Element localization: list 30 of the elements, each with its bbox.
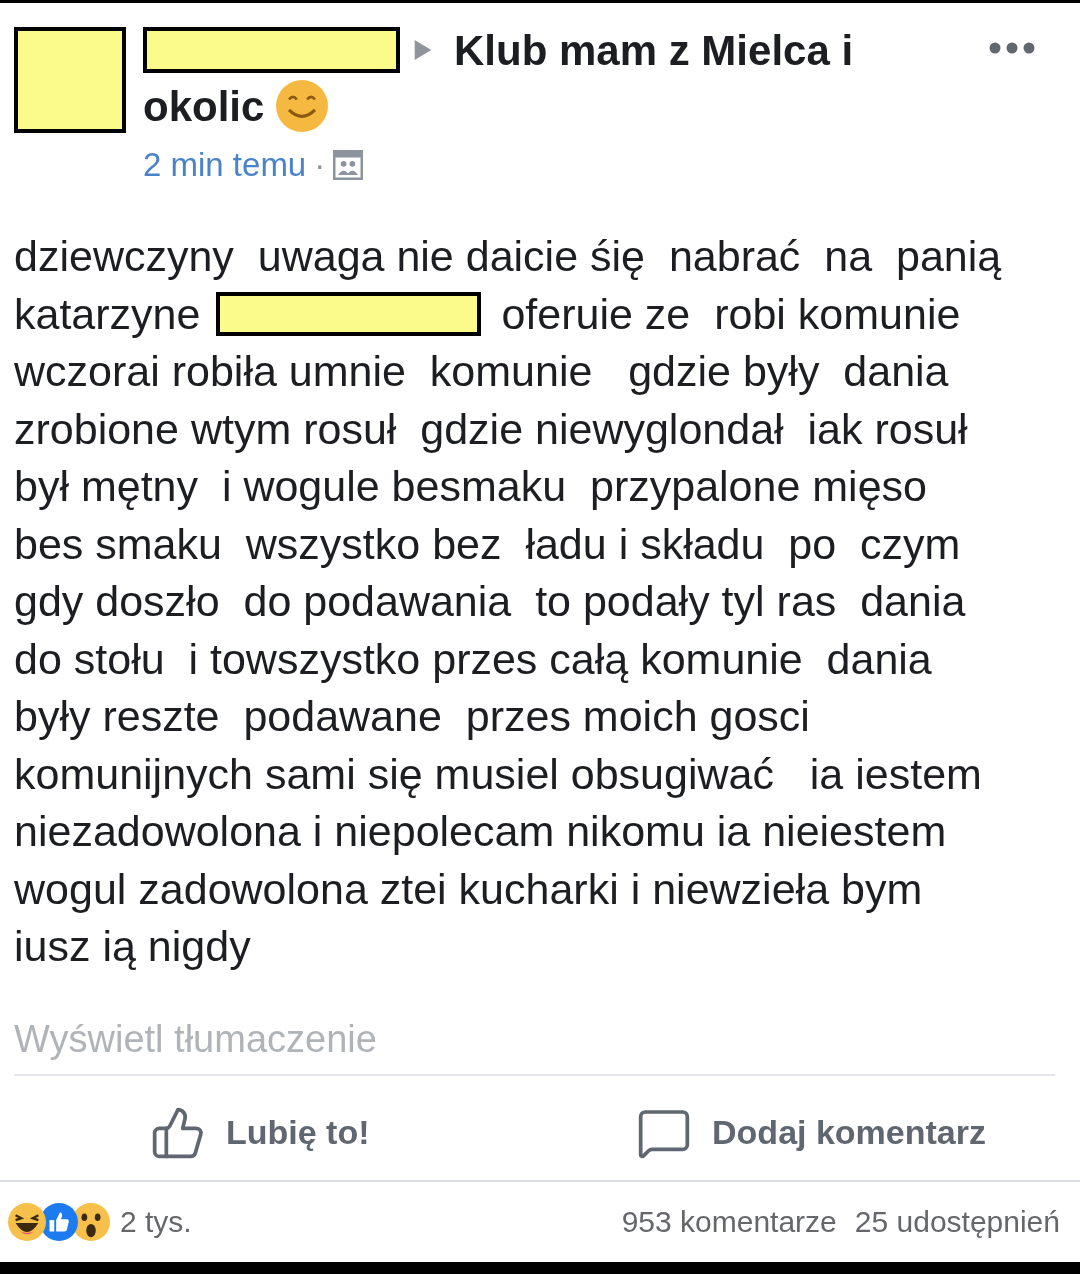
post-text-line: niezadowolona i niepolecam nikomu ia nieiestem	[14, 806, 947, 857]
like-button[interactable]: Lubię to!	[150, 1104, 370, 1161]
group-name-link[interactable]: Klub mam z Mielca i	[454, 18, 854, 82]
post-timestamp[interactable]: 2 min temu	[143, 140, 307, 190]
comment-count[interactable]: 953 komentarze	[621, 1199, 837, 1245]
smiling-face-icon	[276, 80, 329, 132]
post-text-line: gdy doszło do podawania to podały tyl ras dania	[14, 576, 966, 627]
share-count[interactable]: 25 udostępnień	[854, 1199, 1060, 1245]
post-text-line: były reszte podawane przes moich gosci	[14, 691, 810, 742]
post-text-line: katarzyne	[14, 288, 201, 340]
post-text-line: wczorai robiła umnie komunie gdzie były dania	[14, 346, 949, 397]
post-text-line: komunijnych sami się musiel obsugiwać ia iestem	[14, 748, 982, 800]
post-text-line: dziewczyny uwaga nie daicie śię nabrać na panią	[14, 231, 1002, 282]
thumbs-up-icon	[40, 1202, 78, 1241]
group-name-link[interactable]: okolic	[143, 74, 265, 138]
post-text-line: do stołu i towszystko przes całą komunie dania	[14, 633, 932, 685]
post-text-line: iusz ią nigdy	[14, 921, 251, 972]
post-text-line: był mętny i wogule besmaku przypalone mięso	[14, 461, 927, 512]
group-icon	[333, 150, 364, 180]
comment-button[interactable]: Dodaj komentarz	[636, 1104, 986, 1161]
post-text-line: oferuie ze robi komunie	[501, 288, 961, 340]
post-text-line: zrobione wtym rosuł gdzie niewyglondał iak rosuł	[14, 403, 968, 455]
more-icon[interactable]	[989, 42, 1035, 54]
post-text-line: wogul zadowolona ztei kucharki i niewzieła bym	[14, 863, 923, 915]
surprised-face-icon	[72, 1202, 110, 1241]
post-text-line: bes smaku wszystko bez ładu i składu po czym	[14, 518, 961, 570]
laughing-face-icon	[8, 1202, 46, 1241]
caret-right-icon	[414, 40, 432, 60]
separator-dot: ·	[314, 145, 326, 186]
reaction-count[interactable]: 2 tys.	[120, 1199, 192, 1245]
